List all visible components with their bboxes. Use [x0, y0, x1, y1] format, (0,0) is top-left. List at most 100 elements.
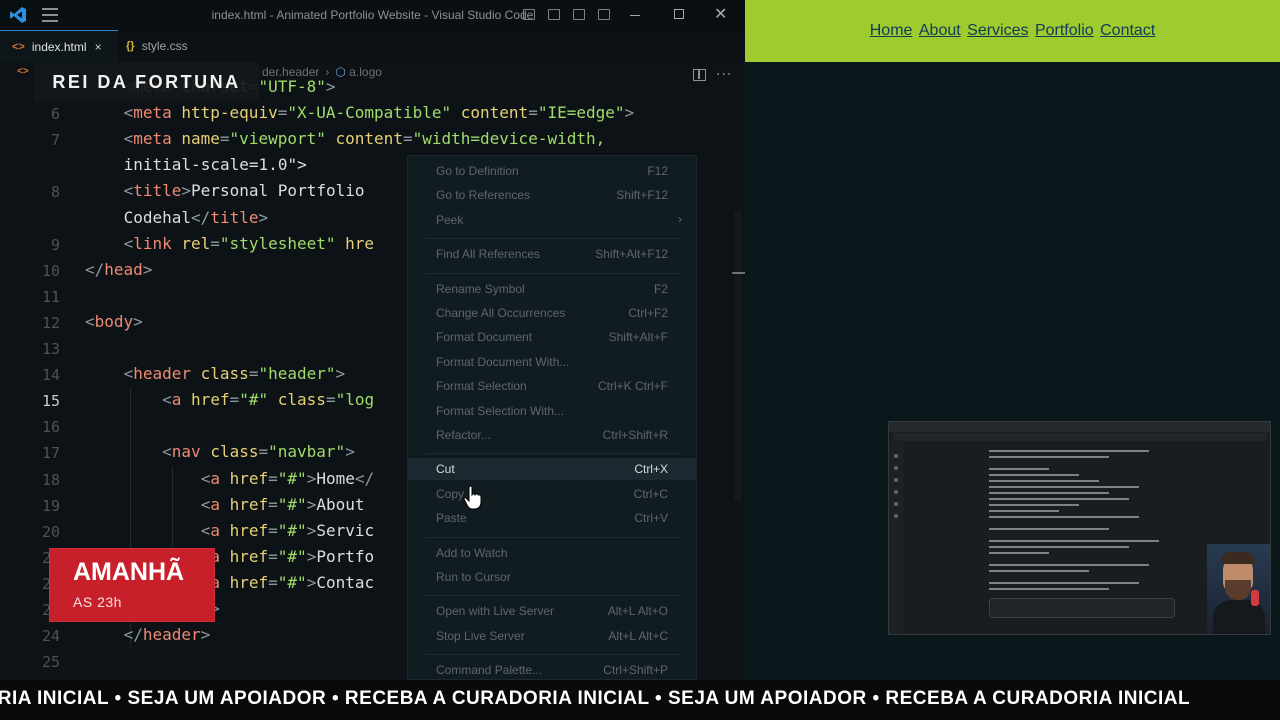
menu-item-refactor[interactable]: Refactor... Ctrl+Shift+R [408, 424, 696, 446]
line-number: 17 [41, 444, 60, 463]
close-window-button[interactable]: ✕ [714, 4, 727, 23]
code-text: <title>Personal Portfolio [123, 181, 365, 201]
menu-item-label: Format Document [436, 330, 533, 345]
code-text: Codehal</title> [123, 207, 269, 227]
menu-item-shortcut: Shift+Alt+F [608, 330, 668, 345]
menu-item-format-document-with[interactable]: Format Document With... [408, 351, 696, 373]
menu-item-label: Run to Cursor [436, 570, 511, 584]
menu-separator [426, 654, 680, 656]
menu-item-copy[interactable]: Copy Ctrl+C [408, 483, 696, 505]
menu-separator [426, 536, 680, 538]
channel-name: REI DA FORTUNA [52, 72, 241, 92]
code-text: <nav class="navbar"> [162, 442, 355, 462]
code-text: <a href="#">Home</ [200, 468, 375, 488]
line-number: 14 [41, 366, 60, 385]
code-line[interactable]: 7 <meta name="viewport" content="width=d… [0, 128, 745, 154]
menu-separator [426, 272, 680, 274]
menu-separator [426, 453, 680, 455]
menu-item-find-all-references[interactable]: Find All References Shift+Alt+F12 [408, 243, 696, 265]
inset-text-line [989, 588, 1109, 590]
menu-item-peek[interactable]: Peek › [408, 209, 696, 231]
presenter-webcam [1207, 544, 1270, 634]
menu-item-label: Go to Definition [436, 164, 519, 178]
toggle-sidebar-icon[interactable] [523, 9, 535, 20]
menu-separator [426, 595, 680, 597]
line-number: 20 [41, 522, 60, 541]
menu-item-cut[interactable]: Cut Ctrl+X [408, 458, 696, 481]
inset-text-line [989, 492, 1109, 494]
schedule-day: AMANHÃ [73, 558, 185, 586]
news-ticker: ADORIA INICIAL • SEJA UM APOIADOR • RECE… [0, 680, 1280, 720]
menu-item-go-to-definition[interactable]: Go to Definition F12 [408, 160, 696, 182]
menu-item-add-to-watch[interactable]: Add to Watch [408, 542, 696, 564]
tab-index-html[interactable]: <> index.html × [0, 30, 118, 62]
code-line[interactable]: 6 <meta http-equiv="X-UA-Compatible" con… [0, 102, 745, 128]
line-number: 10 [41, 261, 60, 280]
microphone-icon [1251, 590, 1259, 606]
code-text: </head> [85, 259, 153, 279]
menu-separator [426, 238, 680, 240]
inset-text-line [989, 516, 1139, 518]
nav-link-portfolio[interactable]: Portfolio [1035, 22, 1094, 39]
menu-item-stop-live-server[interactable]: Stop Live Server Alt+L Alt+C [408, 625, 696, 647]
inset-text-line [989, 528, 1109, 530]
inset-text-line [989, 552, 1049, 554]
menu-item-shortcut: Ctrl+Shift+R [602, 428, 668, 442]
nav-link-about[interactable]: About [919, 22, 961, 39]
tab-label: style.css [141, 39, 188, 53]
menu-item-label: Open with Live Server [436, 604, 555, 619]
title-bar: index.html - Animated Portfolio Website … [0, 0, 745, 30]
schedule-time: AS 23h [73, 594, 122, 610]
menu-item-format-selection-with[interactable]: Format Selection With... [408, 400, 696, 422]
menu-item-paste[interactable]: Paste Ctrl+V [408, 507, 696, 529]
menu-item-shortcut: Ctrl+C [633, 486, 668, 501]
code-text: <a href="#">Servic [200, 520, 375, 540]
line-number: 11 [41, 287, 60, 306]
nav-link-services[interactable]: Services [967, 22, 1028, 39]
line-number: 18 [41, 470, 60, 489]
menu-item-shortcut: Alt+L Alt+O [607, 604, 668, 619]
site-navbar: Home About Services Portfolio Contact [745, 22, 1280, 40]
customize-layout-icon[interactable] [598, 9, 610, 20]
menu-item-go-to-references[interactable]: Go to References Shift+F12 [408, 184, 696, 206]
tab-label: index.html [31, 39, 87, 54]
inset-text-line [989, 450, 1149, 452]
toggle-secondary-sidebar-icon[interactable] [573, 9, 585, 20]
inset-text-line [989, 504, 1079, 506]
scroll-marker [732, 272, 745, 274]
minimize-button[interactable] [630, 15, 640, 16]
menu-item-command-palette[interactable]: Command Palette... Ctrl+Shift+P [408, 659, 696, 679]
nav-link-home[interactable]: Home [870, 22, 913, 39]
menu-item-label: Find All References [436, 247, 541, 262]
nav-link-contact[interactable]: Contact [1100, 22, 1155, 39]
menu-item-open-with-live-server[interactable]: Open with Live Server Alt+L Alt+O [408, 600, 696, 622]
menu-item-label: Copy [436, 486, 465, 501]
menu-item-label: Command Palette... [436, 663, 543, 678]
menu-item-shortcut: F2 [653, 281, 668, 296]
menu-item-rename-symbol[interactable]: Rename Symbol F2 [408, 278, 696, 300]
menu-item-run-to-cursor[interactable]: Run to Cursor [408, 566, 696, 588]
tab-style-css[interactable]: {} style.css [118, 30, 218, 62]
menu-item-change-all-occurrences[interactable]: Change All Occurrences Ctrl+F2 [408, 302, 696, 324]
hand-cursor-icon [463, 485, 482, 510]
line-number: 8 [50, 183, 60, 202]
inset-text-line [989, 480, 1099, 482]
inset-text-line [989, 456, 1109, 458]
tab-bar: <> index.html × {} style.css ··· [0, 30, 745, 83]
menu-item-label: Cut [436, 462, 455, 477]
line-number: 15 [41, 392, 60, 411]
menu-item-format-selection[interactable]: Format Selection Ctrl+K Ctrl+F [408, 375, 696, 397]
context-menu: Go to Definition F12 Go to References Shift… [407, 155, 697, 680]
menu-item-label: Format Selection [436, 379, 527, 394]
menu-item-label: Format Selection With... [436, 403, 565, 418]
close-tab-icon[interactable]: × [95, 40, 102, 54]
menu-item-label: Rename Symbol [436, 281, 525, 296]
inset-text-line [989, 498, 1129, 500]
toggle-panel-icon[interactable] [548, 9, 560, 20]
menu-item-format-document[interactable]: Format Document Shift+Alt+F [408, 326, 696, 348]
menu-item-label: Format Document With... [436, 354, 570, 369]
code-text: <a href="#" class="log [162, 390, 375, 410]
code-text: </header> [123, 625, 211, 645]
inset-text-line [989, 540, 1159, 542]
maximize-button[interactable] [674, 9, 684, 19]
